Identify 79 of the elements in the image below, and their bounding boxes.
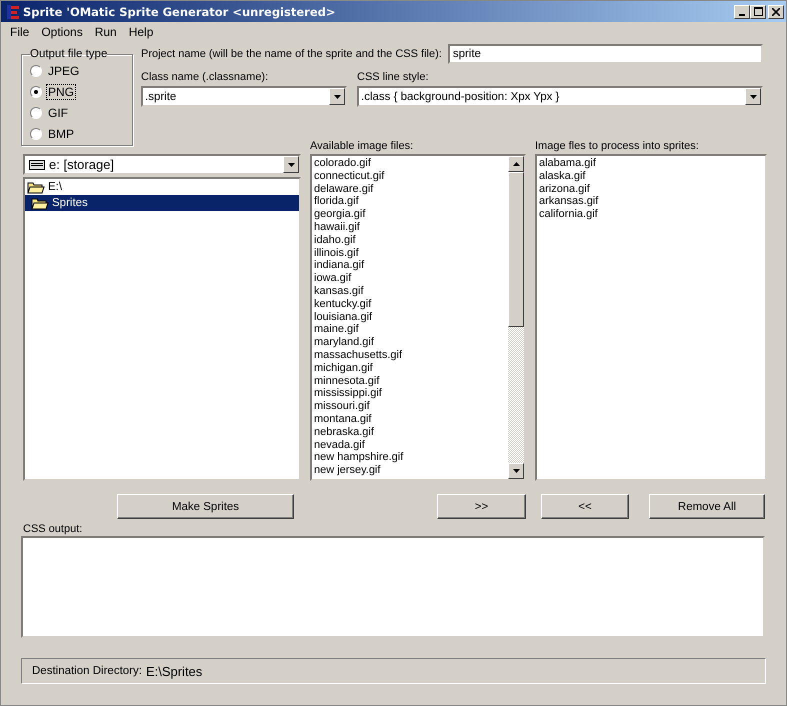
class-name-label: Class name (.classname):	[141, 71, 270, 83]
menu-item[interactable]: Help	[122, 25, 160, 39]
menu-item[interactable]: Run	[88, 25, 123, 39]
down-arrow-icon	[512, 469, 520, 473]
radio-button[interactable]	[30, 64, 42, 76]
list-entry[interactable]: kansas.gif	[314, 284, 506, 298]
list-entry[interactable]: louisiana.gif	[314, 310, 506, 324]
remove-file-button[interactable]: <<	[541, 494, 629, 519]
list-entry[interactable]: kentucky.gif	[314, 298, 506, 311]
drive-dropdown[interactable]: e: [storage]	[23, 154, 301, 175]
list-entry[interactable]: indiana.gif	[314, 259, 506, 272]
list-entry[interactable]: massachusetts.gif	[314, 348, 506, 362]
scrollbar[interactable]	[508, 156, 524, 479]
close-icon	[772, 8, 780, 16]
folder-icon	[27, 180, 45, 194]
add-files-button[interactable]: >>	[437, 494, 526, 519]
list-entry[interactable]: montana.gif	[314, 412, 506, 426]
destination-label: Destination Directory:	[32, 665, 142, 677]
class-name-dropdown[interactable]: .sprite	[141, 86, 347, 107]
list-entry[interactable]: nebraska.gif	[314, 426, 506, 439]
maximize-icon	[754, 7, 762, 16]
radio-button[interactable]	[30, 86, 42, 98]
radio-label[interactable]: JPEG	[46, 62, 82, 78]
list-entry[interactable]: mississippi.gif	[314, 387, 506, 400]
folder-item[interactable]: Sprites	[25, 195, 299, 211]
drive-icon	[29, 160, 45, 170]
scroll-up-button[interactable]	[508, 156, 524, 172]
app-icon	[5, 4, 21, 20]
list-entry[interactable]: california.gif	[539, 208, 763, 221]
group-label: Output file type	[30, 48, 108, 60]
list-entry[interactable]: idaho.gif	[314, 234, 506, 247]
css-line-style-label: CSS line style:	[357, 71, 430, 83]
minimize-button[interactable]	[734, 4, 750, 18]
menu-item[interactable]: File	[4, 25, 36, 39]
list-entry[interactable]: minnesota.gif	[314, 374, 506, 388]
up-arrow-icon	[512, 162, 520, 166]
make-sprites-button[interactable]: Make Sprites	[117, 494, 294, 519]
list-entry[interactable]: alabama.gif	[539, 157, 763, 170]
menu-item[interactable]: Options	[35, 25, 89, 39]
window-title: Sprite 'OMatic Sprite Generator <unregistered>	[23, 4, 336, 18]
minimize-icon	[739, 14, 745, 16]
close-button[interactable]	[768, 4, 784, 18]
radio-label[interactable]: PNG	[46, 84, 76, 100]
list-entry[interactable]: florida.gif	[314, 195, 506, 208]
list-entry[interactable]: iowa.gif	[314, 272, 506, 285]
project-name-label: Project name (will be the name of the sprite and the CSS file):	[141, 48, 442, 60]
css-output-field[interactable]	[21, 536, 765, 638]
project-name-field[interactable]: sprite	[448, 44, 763, 64]
list-entry[interactable]: illinois.gif	[314, 246, 506, 260]
list-entry[interactable]: new jersey.gif	[314, 464, 506, 477]
folder-item[interactable]: E:\	[25, 179, 299, 195]
radio-label[interactable]: GIF	[46, 104, 70, 120]
list-entry[interactable]: arkansas.gif	[539, 195, 763, 208]
destination-path: E:\Sprites	[146, 664, 202, 678]
list-entry[interactable]: georgia.gif	[314, 208, 506, 221]
radio-label[interactable]: BMP	[46, 126, 76, 142]
list-entry[interactable]: new hampshire.gif	[314, 451, 506, 464]
css-line-style-dropdown[interactable]: .class { background-position: Xpx Ypx }	[357, 86, 763, 107]
available-files-label: Available image files:	[310, 140, 414, 154]
list-entry[interactable]: maine.gif	[314, 323, 506, 336]
radio-button[interactable]	[30, 128, 42, 140]
scroll-down-button[interactable]	[508, 463, 524, 479]
list-entry[interactable]: colorado.gif	[314, 157, 506, 170]
list-entry[interactable]: hawaii.gif	[314, 220, 506, 234]
remove-all-button[interactable]: Remove All	[649, 494, 765, 519]
list-entry[interactable]: michigan.gif	[314, 362, 506, 375]
scroll-thumb[interactable]	[508, 172, 524, 327]
list-entry[interactable]: delaware.gif	[314, 182, 506, 196]
maximize-button[interactable]	[750, 4, 766, 18]
radio-button[interactable]	[30, 106, 42, 118]
list-entry[interactable]: nevada.gif	[314, 438, 506, 452]
list-entry[interactable]: connecticut.gif	[314, 170, 506, 183]
folder-icon	[31, 196, 49, 210]
list-entry[interactable]: missouri.gif	[314, 400, 506, 413]
list-entry[interactable]: alaska.gif	[539, 170, 763, 183]
list-entry[interactable]: arizona.gif	[539, 182, 763, 196]
list-entry[interactable]: maryland.gif	[314, 336, 506, 349]
process-files-label: Image fles to process into sprites:	[535, 140, 700, 154]
css-output-label: CSS output:	[23, 523, 84, 536]
